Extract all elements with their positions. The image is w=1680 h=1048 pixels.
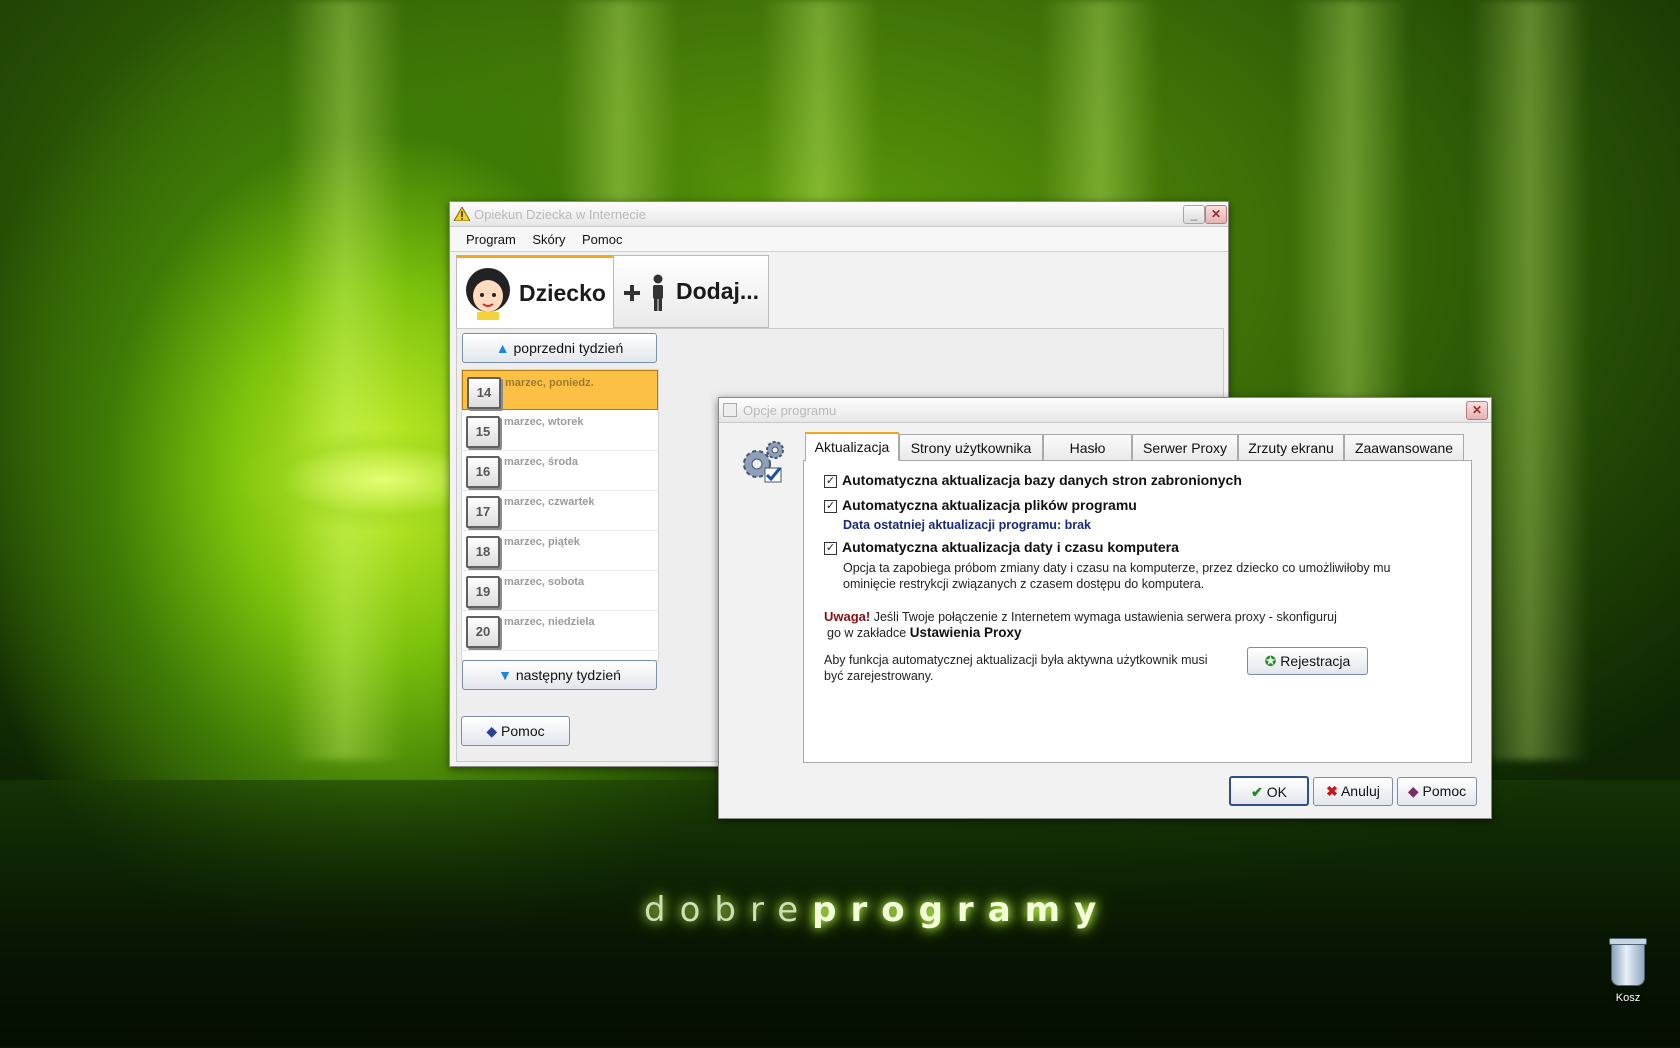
tab-proxy[interactable]: Serwer Proxy — [1132, 434, 1238, 460]
check-db-update-label: Automatyczna aktualizacja bazy danych st… — [842, 472, 1242, 488]
help-label: Pomoc — [501, 723, 545, 739]
warning-icon — [454, 207, 470, 221]
proxy-warning-line-2: go w zakładce Ustawienia Proxy — [827, 625, 1022, 641]
trash-icon — [1609, 938, 1647, 986]
recycle-bin-label: Kosz — [1615, 992, 1641, 1004]
cancel-button[interactable]: ✖ Anuluj — [1313, 777, 1393, 806]
options-help-button[interactable]: ◆ Pomoc — [1397, 777, 1477, 806]
child-avatar-icon — [466, 268, 510, 320]
tab-add-label: Dodaj... — [676, 278, 760, 304]
cancel-label: Anuluj — [1340, 783, 1380, 799]
main-window-title: Opiekun Dziecka w Internecie — [474, 207, 646, 222]
day-label: marzec, środa — [504, 456, 578, 468]
ok-label: OK — [1266, 784, 1287, 800]
tab-user-pages[interactable]: Strony użytkownika — [899, 434, 1043, 460]
check-program-update-label: Automatyczna aktualizacja plików program… — [842, 497, 1137, 513]
update-tab-page: ✓ Automatyczna aktualizacja bazy danych … — [803, 460, 1472, 763]
previous-week-button[interactable]: ▲ poprzedni tydzień — [462, 333, 657, 363]
day-label: marzec, niedziela — [504, 616, 595, 628]
warning-text-2: go w zakładce — [827, 626, 907, 640]
calendar-icon: 14 — [467, 377, 501, 409]
tab-add-child[interactable]: Dodaj... — [613, 255, 769, 328]
tab-child[interactable]: Dziecko — [456, 255, 614, 329]
day-label: marzec, wtorek — [504, 416, 584, 428]
calendar-icon: 15 — [466, 416, 500, 448]
day-item[interactable]: 15 marzec, wtorek — [462, 410, 658, 451]
last-update-text: Data ostatniej aktualizacji programu: br… — [843, 518, 1091, 532]
calendar-icon: 18 — [466, 536, 500, 568]
register-button[interactable]: ✪ Rejestracja — [1247, 647, 1368, 675]
calendar-icon: 20 — [466, 616, 500, 648]
register-note-1: Aby funkcja automatycznej aktualizacji b… — [824, 653, 1208, 667]
previous-week-label: poprzedni tydzień — [513, 340, 624, 356]
day-item[interactable]: 19 marzec, sobota — [462, 570, 658, 611]
calendar-icon: 17 — [466, 496, 500, 528]
add-person-icon — [624, 274, 663, 311]
options-titlebar[interactable]: Opcje programu ✕ — [719, 398, 1491, 423]
settings-gears-icon — [743, 441, 784, 483]
register-icon: ✪ — [1264, 653, 1277, 669]
close-button[interactable]: ✕ — [1205, 205, 1227, 224]
minimize-button[interactable]: _ — [1183, 205, 1205, 224]
warning-label: Uwaga! — [824, 609, 871, 624]
next-week-button[interactable]: ▼ następny tydzień — [462, 660, 657, 690]
cancel-x-icon: ✖ — [1326, 783, 1338, 799]
help-book-icon: ◆ — [1407, 783, 1419, 799]
day-list: 14 marzec, poniedz. 15 marzec, wtorek 16… — [461, 369, 659, 661]
options-close-button[interactable]: ✕ — [1466, 401, 1488, 420]
day-label: marzec, poniedz. — [505, 377, 594, 389]
day-item[interactable]: 17 marzec, czwartek — [462, 490, 658, 531]
checkbox-db-update[interactable]: ✓ — [824, 475, 837, 488]
tab-update[interactable]: Aktualizacja — [805, 432, 899, 461]
main-titlebar[interactable]: Opiekun Dziecka w Internecie _ ✕ — [450, 202, 1228, 227]
tab-advanced[interactable]: Zaawansowane — [1344, 434, 1464, 460]
day-item[interactable]: 14 marzec, poniedz. — [462, 370, 658, 410]
arrow-up-icon: ▲ — [495, 340, 510, 356]
day-item[interactable]: 20 marzec, niedziela — [462, 610, 658, 651]
check-icon: ✔ — [1251, 784, 1263, 800]
options-dialog: Opcje programu ✕ Aktualizacja Strony uży… — [718, 397, 1492, 819]
day-label: marzec, czwartek — [504, 496, 595, 508]
menu-skins[interactable]: Skóry — [526, 227, 571, 247]
menu-bar: Program Skóry Pomoc — [450, 227, 1228, 252]
brand-logo: dobreprogramy — [644, 890, 1111, 930]
check-time-update-label: Automatyczna aktualizacja daty i czasu k… — [842, 539, 1179, 555]
help-book-icon: ◆ — [486, 723, 498, 739]
recycle-bin[interactable]: Kosz — [1602, 938, 1654, 1004]
time-update-desc-1: Opcja ta zapobiega próbom zmiany daty i … — [843, 561, 1391, 575]
calendar-icon: 16 — [466, 456, 500, 488]
next-week-label: następny tydzień — [515, 667, 621, 683]
register-label: Rejestracja — [1280, 653, 1351, 669]
day-label: marzec, sobota — [504, 576, 585, 588]
day-label: marzec, piątek — [504, 536, 580, 548]
tab-password[interactable]: Hasło — [1043, 434, 1132, 460]
proxy-warning-line-1: Uwaga! Jeśli Twoje połączenie z Internet… — [824, 609, 1337, 625]
tab-screenshots[interactable]: Zrzuty ekranu — [1238, 434, 1344, 460]
time-update-desc-2: ominięcie restrykcji związanych z czasem… — [843, 577, 1205, 591]
menu-program[interactable]: Program — [460, 227, 522, 247]
tab-child-label: Dziecko — [519, 280, 606, 306]
proxy-settings-link[interactable]: Ustawienia Proxy — [910, 625, 1022, 640]
day-item[interactable]: 16 marzec, środa — [462, 450, 658, 491]
window-menu-icon — [723, 403, 737, 417]
help-button[interactable]: ◆ Pomoc — [461, 716, 570, 746]
day-item[interactable]: 18 marzec, piątek — [462, 530, 658, 571]
options-help-label: Pomoc — [1422, 783, 1467, 799]
options-title: Opcje programu — [743, 403, 837, 418]
checkbox-time-update[interactable]: ✓ — [824, 542, 837, 555]
register-note-2: być zarejestrowany. — [824, 669, 934, 683]
menu-help[interactable]: Pomoc — [576, 227, 628, 247]
ok-button[interactable]: ✔ OK — [1229, 776, 1309, 806]
checkbox-program-update[interactable]: ✓ — [824, 500, 837, 513]
arrow-down-icon: ▼ — [498, 667, 512, 683]
warning-text-1: Jeśli Twoje połączenie z Internetem wyma… — [873, 610, 1337, 624]
calendar-icon: 19 — [466, 576, 500, 608]
